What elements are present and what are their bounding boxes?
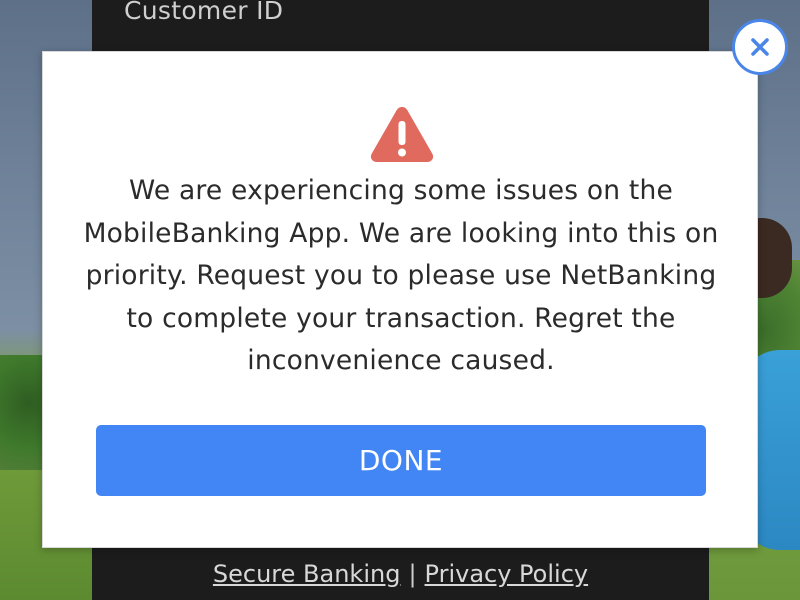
privacy-policy-link[interactable]: Privacy Policy xyxy=(425,560,589,588)
screen: Customer ID Secure Banking | Privacy Polic… xyxy=(0,0,800,600)
close-dialog-button[interactable] xyxy=(732,19,788,75)
footer-separator: | xyxy=(408,560,417,588)
secure-banking-link[interactable]: Secure Banking xyxy=(213,560,401,588)
close-x-icon xyxy=(751,38,769,56)
done-button[interactable]: DONE xyxy=(96,425,706,496)
dialog-message: We are experiencing some issues on the M… xyxy=(83,175,719,376)
error-dialog: We are experiencing some issues on the M… xyxy=(42,51,758,548)
warning-triangle-icon xyxy=(370,107,434,162)
footer-links: Secure Banking | Privacy Policy xyxy=(92,560,709,588)
customer-id-label: Customer ID xyxy=(124,0,284,25)
